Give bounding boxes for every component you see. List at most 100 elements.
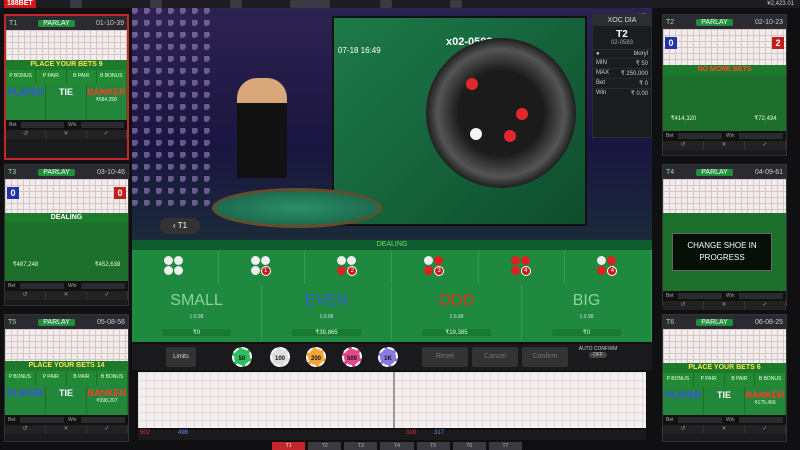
tab-t7[interactable]: T7 [488, 442, 522, 450]
close-icon[interactable]: ✕ [46, 291, 87, 300]
auto-confirm-toggle[interactable]: OFF [589, 352, 607, 358]
close-icon[interactable]: ✕ [46, 425, 87, 434]
player-amount: ₹414,320 [670, 116, 697, 122]
game-icon[interactable] [150, 0, 162, 8]
game-icon[interactable] [450, 0, 462, 8]
undo-icon[interactable]: ↺ [5, 291, 46, 300]
chip-100[interactable]: 100 [270, 347, 290, 367]
blue-count: 0 [7, 187, 19, 199]
bet-win-row: Bet Win [663, 291, 786, 301]
red-coin [504, 130, 516, 142]
game-icon[interactable] [230, 0, 242, 8]
panel-controls: ↺ ✕ ✓ [663, 141, 786, 150]
big-bet[interactable]: BIG 1:0.98 ₹0 [522, 286, 652, 342]
confirm-button[interactable]: Confirm [522, 347, 568, 367]
check-icon[interactable]: ✓ [745, 425, 786, 434]
parlay-button[interactable]: PARLAY [38, 168, 75, 176]
banker-bet[interactable]: BANKER ₹398,207 [87, 385, 128, 415]
even-bet[interactable]: EVEN 1:0.98 ₹39,865 [262, 286, 392, 342]
red-coin [516, 108, 528, 120]
combo-4-white[interactable] [132, 250, 219, 284]
table-switch-tab[interactable]: ‹ T1 [160, 218, 200, 234]
table-panel-t5[interactable]: T5 PARLAY 05-08-56 PLACE YOUR BETS 14 P … [4, 314, 129, 442]
dealing-status: DEALING [132, 240, 652, 250]
undo-icon[interactable]: ↺ [663, 141, 704, 150]
chip-50[interactable]: 50 [232, 347, 252, 367]
road-map-history [138, 372, 646, 428]
cancel-button[interactable]: Cancel [472, 347, 518, 367]
check-icon[interactable]: ✓ [745, 141, 786, 150]
combo-count: 2 [347, 266, 358, 276]
small-amount: ₹0 [162, 329, 231, 336]
big-odds: 1:0.98 [579, 314, 594, 320]
panel-header: T1 PARLAY 01-10-39 [6, 16, 127, 30]
combo-4-red[interactable]: 4 [479, 250, 566, 284]
bet-win-row: Bet Win [663, 131, 786, 141]
small-bet[interactable]: SMALL 1:0.98 ₹0 [132, 286, 262, 342]
chip-200[interactable]: 200 [306, 347, 326, 367]
chip-1k[interactable]: 1K [378, 347, 398, 367]
table-panel-t6[interactable]: T6 PARLAY 06-08-25 PLACE YOUR BETS 6 P B… [662, 314, 787, 442]
count-blue: 498 [178, 430, 189, 436]
parlay-button[interactable]: PARLAY [38, 19, 75, 27]
player-bet[interactable]: PLAYER [5, 385, 46, 415]
side-bets: P BONUS P PAIR B PAIR B BONUS [663, 373, 786, 387]
player-bet[interactable]: PLAYER [6, 84, 47, 120]
parlay-button[interactable]: PARLAY [696, 168, 733, 176]
tab-t5[interactable]: T5 [416, 442, 450, 450]
red-count: 0 [114, 187, 126, 199]
tab-t1[interactable]: T1 [272, 442, 306, 450]
tie-bet[interactable]: TIE [46, 84, 87, 120]
combo-4-red-alt[interactable]: 4 [565, 250, 653, 284]
tie-bet[interactable]: TIE [704, 387, 745, 415]
tab-t2[interactable]: T2 [308, 442, 342, 450]
check-icon[interactable]: ✓ [87, 425, 128, 434]
status-bar: PLACE YOUR BETS 9 [6, 60, 127, 70]
panel-controls: ↺ ✕ ✓ [663, 425, 786, 434]
combo-3-red[interactable]: 3 [392, 250, 479, 284]
parlay-button[interactable]: PARLAY [696, 18, 733, 26]
check-icon[interactable]: ✓ [745, 301, 786, 310]
max-row: MAX ₹ 250,000 [593, 68, 651, 78]
undo-icon[interactable]: ↺ [663, 425, 704, 434]
tab-t4[interactable]: T4 [380, 442, 414, 450]
close-icon[interactable]: ✕ [704, 425, 745, 434]
logo[interactable]: 188BET [4, 0, 36, 8]
banker-bet[interactable]: BANKER ₹175,466 [745, 387, 786, 415]
dealer [237, 78, 287, 178]
tie-bet[interactable]: TIE [46, 385, 87, 415]
undo-icon[interactable]: ↺ [6, 130, 47, 139]
table-panel-t3[interactable]: T3 PARLAY 03-10-46 0 0 DEALING ₹487,248 … [4, 164, 129, 306]
panel-header: T3 PARLAY 03-10-46 [5, 165, 128, 179]
combo-2-red[interactable]: 2 [305, 250, 393, 284]
odd-amount: ₹19,385 [422, 329, 491, 336]
xoc-dia-tab[interactable] [290, 0, 330, 8]
main-bets: PLAYER TIE BANKER ₹175,466 [663, 387, 786, 415]
tab-t6[interactable]: T6 [452, 442, 486, 450]
undo-icon[interactable]: ↺ [5, 425, 46, 434]
odd-bet[interactable]: ODD 1:0.98 ₹19,385 [392, 286, 522, 342]
table-panel-t2[interactable]: T2 PARLAY 02-10-23 0 2 NO MORE BETS ₹414… [662, 14, 787, 156]
check-icon[interactable]: ✓ [87, 291, 128, 300]
close-icon[interactable]: ✕ [704, 301, 745, 310]
banker-bet[interactable]: BANKER ₹584,358 [87, 84, 127, 120]
close-icon[interactable]: ✕ [46, 130, 87, 139]
close-icon[interactable]: ✕ [704, 141, 745, 150]
tie-bet [704, 75, 745, 131]
bowl-camera-screen: 07-18 16:49 x02-0583 [332, 16, 587, 226]
game-icon[interactable] [380, 0, 392, 8]
reset-button[interactable]: Reset [422, 347, 468, 367]
combo-1-red[interactable]: 1 [219, 250, 306, 284]
table-panel-t1[interactable]: T1 PARLAY 01-10-39 PLACE YOUR BETS 9 P B… [4, 14, 129, 160]
parlay-button[interactable]: PARLAY [696, 318, 733, 326]
check-icon[interactable]: ✓ [87, 130, 127, 139]
player-bet[interactable]: PLAYER [663, 387, 704, 415]
menu-icon[interactable] [70, 0, 82, 8]
road-map [663, 329, 786, 363]
chip-500[interactable]: 500 [342, 347, 362, 367]
tab-t3[interactable]: T3 [344, 442, 378, 450]
parlay-button[interactable]: PARLAY [38, 318, 75, 326]
undo-icon[interactable]: ↺ [663, 301, 704, 310]
limits-button[interactable]: Limits [166, 347, 196, 367]
round-time: 05-08-56 [96, 318, 125, 326]
